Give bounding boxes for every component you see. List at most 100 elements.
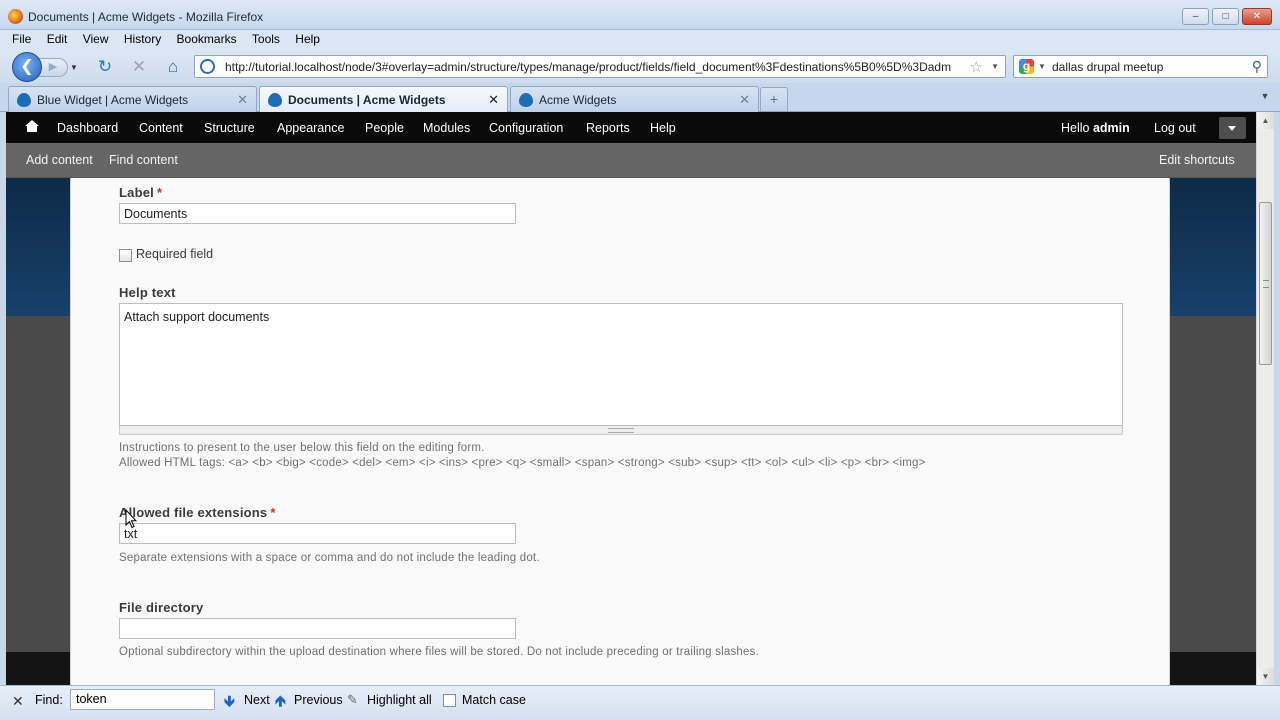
drupal-favicon-icon <box>268 93 282 107</box>
find-input[interactable]: token <box>70 689 215 710</box>
history-dropdown-icon[interactable]: ▼ <box>70 63 78 72</box>
scroll-up-icon[interactable]: ▲ <box>1257 112 1274 129</box>
forward-button[interactable]: ▶ <box>38 58 68 77</box>
user-greeting: Hello admin <box>1061 121 1130 135</box>
logout-link[interactable]: Log out <box>1154 121 1196 135</box>
tab-label: Acme Widgets <box>539 93 617 107</box>
drupal-favicon-icon <box>519 93 533 107</box>
allowed-extensions-description: Separate extensions with a space or comm… <box>119 552 540 564</box>
menu-help[interactable]: Help <box>295 30 320 46</box>
toolbar-configuration[interactable]: Configuration <box>489 121 563 135</box>
arrow-down-icon[interactable]: 🡻 <box>224 691 235 716</box>
tab-bar: Blue Widget | Acme Widgets ✕ Documents |… <box>0 83 1280 113</box>
menu-tools[interactable]: Tools <box>252 30 280 46</box>
menu-view[interactable]: View <box>83 30 109 46</box>
required-field-label[interactable]: Required field <box>136 247 213 261</box>
textarea-resize-handle[interactable] <box>119 426 1123 435</box>
close-tab-icon[interactable]: ✕ <box>739 92 750 108</box>
menu-bookmarks[interactable]: Bookmarks <box>177 30 237 46</box>
help-text-title: Help text <box>119 285 176 300</box>
search-icon[interactable]: ⚲ <box>1252 58 1262 75</box>
find-previous-button[interactable]: Previous <box>294 693 343 707</box>
bookmark-star-icon[interactable]: ☆ <box>970 58 983 76</box>
address-bar[interactable]: http://tutorial.localhost/node/3#overlay… <box>194 55 1006 78</box>
vertical-scrollbar[interactable]: ▲ ▼ <box>1256 112 1274 685</box>
site-identity-icon[interactable] <box>200 59 215 74</box>
toolbar-structure[interactable]: Structure <box>204 121 255 135</box>
home-icon[interactable] <box>25 120 39 132</box>
find-bar: ✕ Find: token 🡻 Next 🡹 Previous ✎ Highli… <box>0 685 1280 720</box>
tab-blue-widget[interactable]: Blue Widget | Acme Widgets ✕ <box>8 86 257 112</box>
toolbar-reports[interactable]: Reports <box>586 121 630 135</box>
field-settings-form: Label * Documents Required field Help tex… <box>70 178 1170 685</box>
label-field-title: Label * <box>119 185 163 200</box>
toolbar-content[interactable]: Content <box>139 121 183 135</box>
help-text-textarea[interactable]: Attach support documents <box>119 303 1123 426</box>
window-title: Documents | Acme Widgets - Mozilla Firef… <box>28 10 264 24</box>
file-directory-input[interactable] <box>119 618 516 639</box>
toolbar-modules[interactable]: Modules <box>423 121 470 135</box>
url-text[interactable]: http://tutorial.localhost/node/3#overlay… <box>225 60 961 74</box>
shortcut-find-content[interactable]: Find content <box>109 153 178 167</box>
close-find-bar-icon[interactable]: ✕ <box>12 693 24 710</box>
drupal-favicon-icon <box>17 93 31 107</box>
allowed-extensions-title: Allowed file extensions * <box>119 505 276 520</box>
required-marker: * <box>156 185 163 200</box>
tab-list-dropdown-icon[interactable]: ▼ <box>1258 91 1272 105</box>
highlight-all-button[interactable]: Highlight all <box>367 693 432 707</box>
home-icon[interactable]: ⌂ <box>163 57 183 77</box>
toolbar-help[interactable]: Help <box>650 121 676 135</box>
window-controls: – □ ✕ <box>1182 8 1272 25</box>
toolbar-dashboard[interactable]: Dashboard <box>57 121 118 135</box>
tab-label: Blue Widget | Acme Widgets <box>37 93 189 107</box>
search-bar[interactable]: g ▼ dallas drupal meetup ⚲ <box>1013 55 1268 78</box>
menu-file[interactable]: File <box>12 30 31 46</box>
scrollbar-thumb[interactable] <box>1259 202 1272 365</box>
shortcut-add-content[interactable]: Add content <box>26 153 93 167</box>
mouse-pointer-icon <box>125 509 137 529</box>
menu-history[interactable]: History <box>124 30 161 46</box>
tab-label: Documents | Acme Widgets <box>288 93 446 107</box>
allowed-extensions-input[interactable]: txt <box>119 523 516 544</box>
shortcuts-bar: Add content Find content Edit shortcuts <box>6 143 1256 178</box>
navigation-toolbar: ▶ ❮ ▼ ↻ ✕ ⌂ http://tutorial.localhost/no… <box>0 50 1280 83</box>
match-case-label[interactable]: Match case <box>462 693 526 707</box>
stop-icon[interactable]: ✕ <box>129 57 149 77</box>
required-field-checkbox[interactable] <box>119 249 132 262</box>
window-titlebar: Documents | Acme Widgets - Mozilla Firef… <box>0 0 1280 30</box>
required-marker: * <box>270 505 276 520</box>
close-window-button[interactable]: ✕ <box>1242 8 1272 25</box>
tab-acme-widgets[interactable]: Acme Widgets ✕ <box>510 86 759 112</box>
username[interactable]: admin <box>1093 121 1130 135</box>
close-tab-icon[interactable]: ✕ <box>488 92 499 108</box>
find-next-button[interactable]: Next <box>244 693 270 707</box>
page-viewport: Dashboard Content Structure Appearance P… <box>6 112 1256 685</box>
menu-edit[interactable]: Edit <box>47 30 68 46</box>
search-input[interactable]: dallas drupal meetup <box>1052 60 1163 74</box>
toolbar-appearance[interactable]: Appearance <box>277 121 344 135</box>
highlighter-icon[interactable]: ✎ <box>347 692 358 708</box>
close-tab-icon[interactable]: ✕ <box>237 92 248 108</box>
file-directory-description: Optional subdirectory within the upload … <box>119 646 759 658</box>
allowed-html-tags: Allowed HTML tags: <a> <b> <big> <code> … <box>119 457 926 469</box>
toolbar-drawer-toggle[interactable] <box>1219 117 1246 139</box>
back-button[interactable]: ❮ <box>12 52 42 82</box>
new-tab-button[interactable]: + <box>760 87 788 111</box>
maximize-button[interactable]: □ <box>1212 8 1239 25</box>
toolbar-people[interactable]: People <box>365 121 404 135</box>
file-directory-title: File directory <box>119 600 204 615</box>
google-engine-icon[interactable]: g <box>1019 59 1034 74</box>
label-input[interactable]: Documents <box>119 203 516 224</box>
scroll-down-icon[interactable]: ▼ <box>1257 668 1274 685</box>
minimize-button[interactable]: – <box>1182 8 1209 25</box>
tab-documents[interactable]: Documents | Acme Widgets ✕ <box>259 86 508 113</box>
admin-toolbar: Dashboard Content Structure Appearance P… <box>6 112 1256 143</box>
reload-icon[interactable]: ↻ <box>95 57 115 77</box>
menu-bar: File Edit View History Bookmarks Tools H… <box>0 30 1280 50</box>
arrow-up-icon[interactable]: 🡹 <box>275 691 286 716</box>
edit-shortcuts-link[interactable]: Edit shortcuts <box>1159 153 1235 167</box>
url-dropdown-icon[interactable]: ▼ <box>991 62 999 71</box>
search-engine-dropdown-icon[interactable]: ▼ <box>1038 62 1046 71</box>
help-text-description: Instructions to present to the user belo… <box>119 442 485 454</box>
match-case-checkbox[interactable] <box>443 694 456 707</box>
